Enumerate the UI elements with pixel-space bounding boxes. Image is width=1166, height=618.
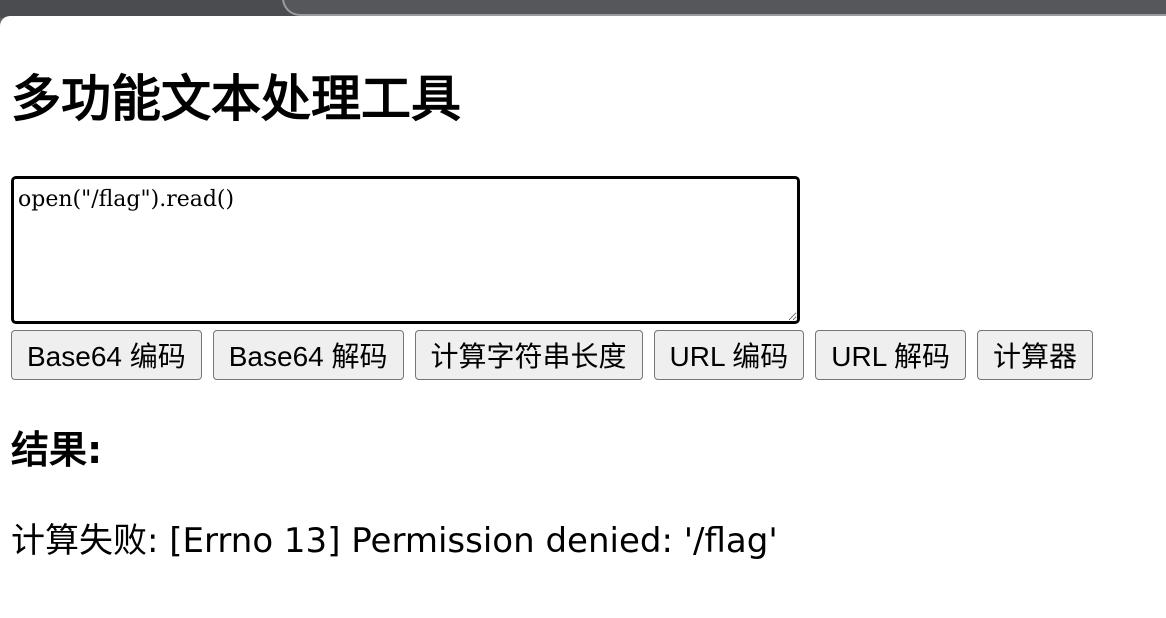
calculator-button[interactable]: 计算器 [977,330,1094,380]
browser-tab-edge [282,0,1166,16]
page-content: 多功能文本处理工具 Base64 编码 Base64 解码 计算字符串长度 UR… [0,16,1166,618]
base64-encode-button[interactable]: Base64 编码 [11,330,202,380]
url-encode-button[interactable]: URL 编码 [653,330,805,380]
button-row: Base64 编码 Base64 解码 计算字符串长度 URL 编码 URL 解… [11,330,1094,380]
base64-decode-button[interactable]: Base64 解码 [212,330,404,380]
string-length-button[interactable]: 计算字符串长度 [414,330,643,380]
result-heading: 结果: [11,428,103,472]
url-decode-button[interactable]: URL 解码 [815,330,967,380]
result-text: 计算失败: [Errno 13] Permission denied: '/fl… [11,521,778,561]
page-title: 多功能文本处理工具 [11,70,461,128]
text-input[interactable] [11,176,800,324]
